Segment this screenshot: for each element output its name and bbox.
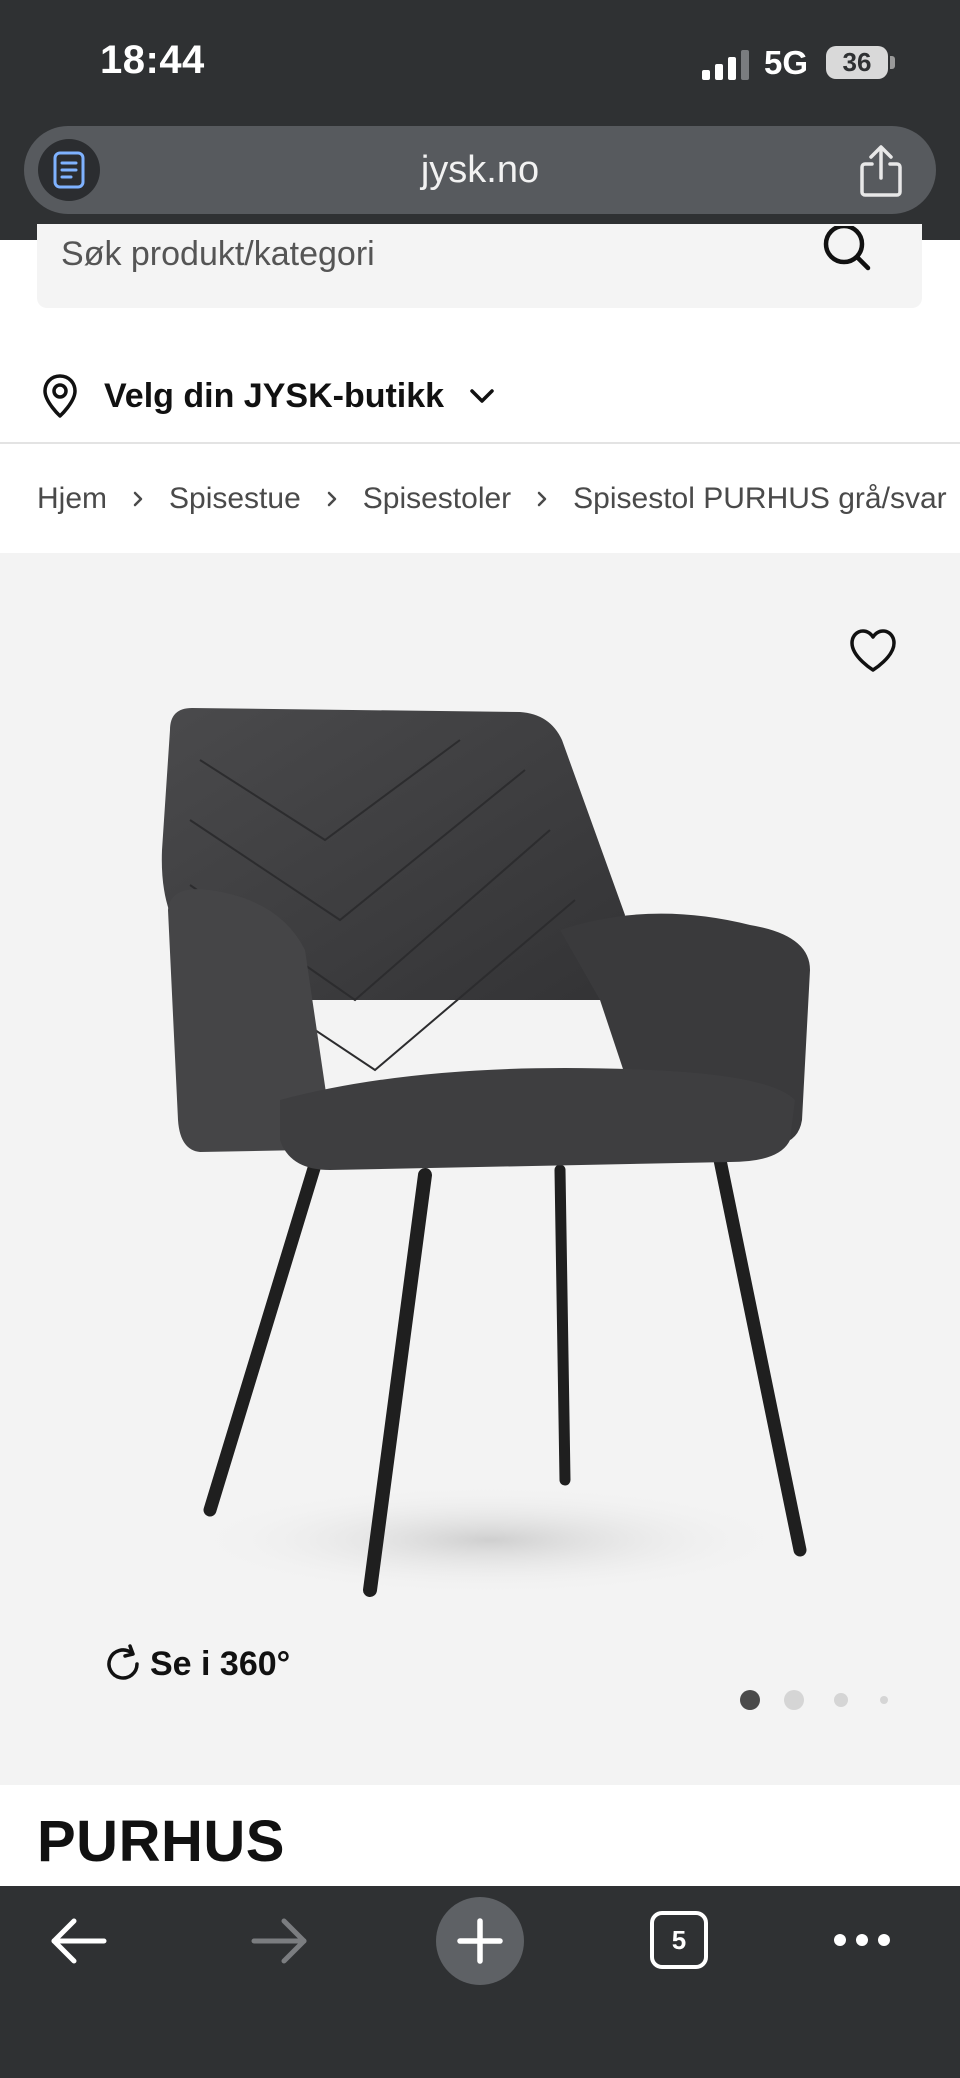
store-selector-label: Velg din JYSK-butikk	[104, 376, 445, 415]
address-bar[interactable]: jysk.no	[24, 126, 936, 214]
forward-arrow-icon[interactable]	[248, 1916, 310, 1966]
share-icon[interactable]	[856, 144, 906, 198]
reader-button[interactable]	[38, 139, 100, 201]
divider	[0, 442, 960, 444]
browser-top-chrome: 18:44 5G 36 jysk.no	[0, 0, 960, 240]
plus-icon	[457, 1918, 503, 1964]
store-selector[interactable]: Velg din JYSK-butikk	[40, 366, 500, 426]
pagination-dot[interactable]	[740, 1690, 760, 1710]
product-image-chair	[161, 708, 810, 1597]
url-text[interactable]: jysk.no	[24, 126, 936, 214]
breadcrumb-item-spisestoler[interactable]: Spisestoler	[363, 482, 511, 516]
location-pin-icon	[43, 374, 77, 418]
heart-icon[interactable]	[848, 628, 898, 674]
pagination-dot[interactable]	[784, 1690, 804, 1710]
view-360-label: Se i 360°	[150, 1644, 291, 1683]
new-tab-button[interactable]	[436, 1897, 524, 1985]
more-icon[interactable]	[832, 1928, 892, 1952]
network-type: 5G	[764, 44, 809, 81]
chevron-right-icon	[537, 491, 547, 507]
reader-icon	[53, 151, 85, 189]
search-icon[interactable]	[822, 226, 872, 276]
breadcrumb: Hjem Spisestue Spisestoler Spisestol PUR…	[37, 474, 947, 524]
rotate-icon	[107, 1644, 139, 1680]
view-360-button[interactable]: Se i 360°	[104, 1644, 290, 1684]
chevron-right-icon	[133, 491, 143, 507]
chevron-right-icon	[327, 491, 337, 507]
breadcrumb-item-hjem[interactable]: Hjem	[37, 482, 107, 516]
product-title: PURHUS	[37, 1809, 285, 1874]
back-arrow-icon[interactable]	[48, 1916, 110, 1966]
chevron-down-icon	[470, 389, 494, 403]
search-bar[interactable]	[37, 224, 922, 308]
search-input[interactable]	[61, 224, 821, 284]
battery-indicator: 36	[826, 46, 896, 79]
pagination-dot[interactable]	[834, 1693, 848, 1707]
breadcrumb-item-current: Spisestol PURHUS grå/svar	[573, 482, 947, 515]
breadcrumb-item-spisestue[interactable]: Spisestue	[169, 482, 301, 516]
signal-icon	[702, 50, 749, 80]
pagination-dot[interactable]	[880, 1696, 888, 1704]
battery-level: 36	[842, 47, 872, 77]
gallery-pagination	[740, 1688, 912, 1712]
status-time: 18:44	[100, 38, 205, 82]
tabs-button[interactable]: 5	[650, 1911, 708, 1969]
